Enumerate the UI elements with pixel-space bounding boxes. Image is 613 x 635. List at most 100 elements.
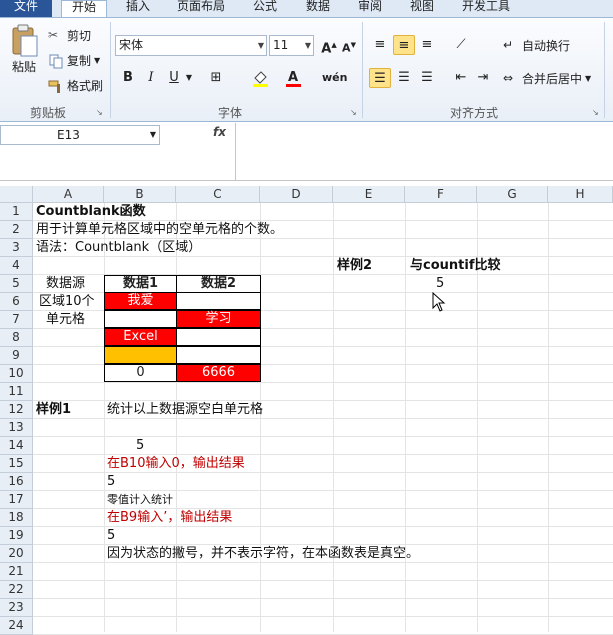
row-header-1[interactable]: 1 [0, 203, 33, 221]
cell-a3[interactable]: 语法：Countblank（区域） [36, 239, 201, 257]
align-left-button[interactable]: ☰ [369, 68, 391, 88]
align-middle-button[interactable]: ≡ [393, 35, 415, 55]
row-header-19[interactable]: 19 [0, 527, 33, 545]
row-header-10[interactable]: 10 [0, 365, 33, 383]
column-header-d[interactable]: D [260, 186, 333, 203]
font-name-select[interactable]: 宋体 ▼ [115, 35, 267, 56]
format-painter-button[interactable]: 格式刷 [48, 77, 103, 94]
row-header-15[interactable]: 15 [0, 455, 33, 473]
tab-formulas[interactable]: 公式 [247, 0, 283, 17]
row-header-6[interactable]: 6 [0, 293, 33, 311]
cell-b5[interactable]: 数据1 [104, 275, 177, 293]
merge-center-button[interactable]: ⇔ 合并后居中 ▼ [503, 70, 591, 87]
cell-b17[interactable]: 零值计入统计 [107, 491, 173, 509]
tab-review[interactable]: 审阅 [352, 0, 388, 17]
cell-a1[interactable]: Countblank函数 [36, 203, 146, 221]
align-center-button[interactable]: ☰ [393, 68, 415, 88]
cell-b14[interactable]: 5 [136, 437, 144, 455]
column-header-e[interactable]: E [333, 186, 405, 203]
copy-button[interactable]: 复制 ▼ [48, 52, 100, 69]
font-size-select[interactable]: 11 ▼ [269, 35, 314, 56]
cell-c8[interactable] [176, 328, 261, 346]
row-header-21[interactable]: 21 [0, 563, 33, 581]
cell-a5[interactable]: 数据源 [46, 275, 85, 293]
insert-function-button[interactable]: fx [213, 125, 226, 139]
cell-e4[interactable]: 样例2 [337, 257, 372, 275]
row-header-2[interactable]: 2 [0, 221, 33, 239]
shrink-font-button[interactable]: A▼ [338, 35, 360, 55]
row-header-12[interactable]: 12 [0, 401, 33, 419]
cell-b12[interactable]: 统计以上数据源空白单元格 [107, 401, 263, 419]
column-header-b[interactable]: B [104, 186, 176, 203]
align-top-button[interactable]: ≡ [369, 35, 391, 55]
name-box[interactable]: E13 ▼ [0, 125, 160, 145]
row-header-24[interactable]: 24 [0, 617, 33, 635]
cell-a7[interactable]: 单元格 [46, 311, 85, 329]
tab-developer[interactable]: 开发工具 [456, 0, 516, 17]
cell-c9[interactable] [176, 346, 261, 364]
borders-button[interactable]: ⊞ [205, 68, 227, 88]
select-all-corner[interactable] [0, 186, 33, 203]
tab-view[interactable]: 视图 [404, 0, 440, 17]
paste-button[interactable]: 粘贴 [6, 24, 42, 75]
row-header-23[interactable]: 23 [0, 599, 33, 617]
increase-indent-button[interactable]: ⇥ [472, 68, 494, 88]
align-bottom-button[interactable]: ≡ [416, 35, 438, 55]
cell-f4[interactable]: 与countif比较 [410, 257, 500, 275]
row-header-11[interactable]: 11 [0, 383, 33, 401]
cut-button[interactable]: ✂ 剪切 [48, 27, 91, 44]
cell-a2[interactable]: 用于计算单元格区域中的空单元格的个数。 [36, 221, 283, 239]
row-header-9[interactable]: 9 [0, 347, 33, 365]
tab-file[interactable]: 文件 [0, 0, 52, 17]
tab-home[interactable]: 开始 [61, 0, 107, 18]
column-header-g[interactable]: G [477, 186, 548, 203]
tab-data[interactable]: 数据 [300, 0, 336, 17]
italic-button[interactable]: I [140, 68, 162, 88]
clipboard-launcher-icon[interactable]: ↘ [96, 108, 103, 117]
grow-font-button[interactable]: A▲ [318, 35, 340, 56]
cell-f5[interactable]: 5 [436, 275, 444, 293]
cell-b15[interactable]: 在B10输入0，输出结果 [107, 455, 245, 473]
cell-b19[interactable]: 5 [107, 527, 115, 545]
worksheet-grid[interactable]: A B C D E F G H 1 2 3 4 5 6 7 8 9 10 11 12 13 14 15 16 1… [0, 186, 613, 635]
formula-input[interactable] [236, 123, 613, 181]
row-header-20[interactable]: 20 [0, 545, 33, 563]
chevron-down-icon[interactable]: ▼ [183, 68, 195, 88]
row-header-4[interactable]: 4 [0, 257, 33, 275]
cell-c7[interactable]: 学习 [176, 310, 261, 328]
cell-a6[interactable]: 区域10个 [39, 293, 95, 311]
tab-page-layout[interactable]: 页面布局 [172, 0, 230, 17]
cell-b7[interactable] [104, 310, 177, 328]
row-header-14[interactable]: 14 [0, 437, 33, 455]
cell-c6[interactable] [176, 292, 261, 310]
row-header-7[interactable]: 7 [0, 311, 33, 329]
cell-c5[interactable]: 数据2 [176, 275, 261, 293]
cell-b10[interactable]: 0 [104, 364, 177, 382]
underline-button[interactable]: U [163, 68, 185, 88]
row-header-3[interactable]: 3 [0, 239, 33, 257]
cell-b20[interactable]: 因为状态的撇号，并不表示字符，在本函数表是真空。 [107, 545, 419, 563]
row-header-13[interactable]: 13 [0, 419, 33, 437]
column-header-h[interactable]: H [548, 186, 613, 203]
alignment-launcher-icon[interactable]: ↘ [592, 108, 599, 117]
cell-b16[interactable]: 5 [107, 473, 115, 491]
column-header-c[interactable]: C [176, 186, 260, 203]
fill-color-button[interactable] [249, 68, 271, 88]
font-color-button[interactable]: A [282, 68, 304, 88]
cell-c10[interactable]: 6666 [176, 364, 261, 382]
tab-insert[interactable]: 插入 [120, 0, 156, 17]
phonetic-button[interactable]: wén [322, 68, 347, 88]
cell-b8[interactable]: Excel [104, 328, 177, 346]
bold-button[interactable]: B [117, 68, 139, 88]
cell-b18[interactable]: 在B9输入’，输出结果 [107, 509, 232, 527]
row-header-18[interactable]: 18 [0, 509, 33, 527]
cell-b9[interactable] [104, 346, 177, 364]
font-launcher-icon[interactable]: ↘ [350, 108, 357, 117]
decrease-indent-button[interactable]: ⇤ [450, 68, 472, 88]
orientation-button[interactable]: ⟋ [450, 35, 472, 55]
row-header-5[interactable]: 5 [0, 275, 33, 293]
cell-b6[interactable]: 我爱 [104, 292, 177, 310]
row-header-16[interactable]: 16 [0, 473, 33, 491]
row-header-22[interactable]: 22 [0, 581, 33, 599]
align-right-button[interactable]: ☰ [416, 68, 438, 88]
